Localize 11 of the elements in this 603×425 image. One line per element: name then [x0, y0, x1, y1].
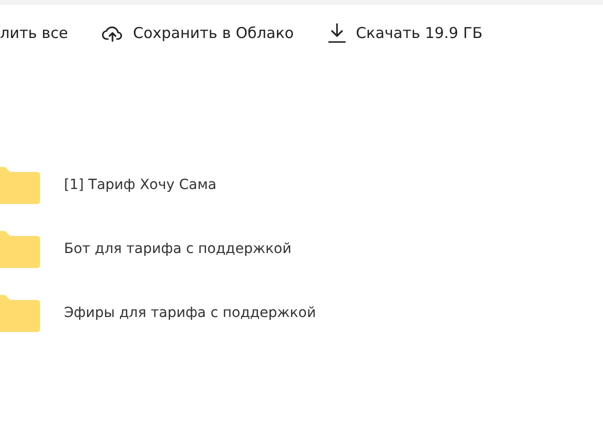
toolbar-button[interactable]: Сохранить в Облако [102, 24, 294, 42]
folder-name[interactable]: [1] Тариф Хочу Сама [64, 177, 216, 193]
folder-icon [0, 230, 40, 268]
folder-icon [0, 166, 40, 204]
cloud-upload-icon [102, 24, 123, 42]
download-icon [328, 22, 346, 42]
folder-name[interactable]: Эфиры для тарифа с поддержкой [64, 305, 316, 321]
folder-icon [0, 294, 40, 332]
toolbar-button[interactable]: Скачать 19.9 ГБ [328, 22, 483, 42]
folder-name[interactable]: Бот для тарифа с поддержкой [64, 241, 292, 257]
toolbar-button[interactable]: лить все [0, 24, 68, 42]
